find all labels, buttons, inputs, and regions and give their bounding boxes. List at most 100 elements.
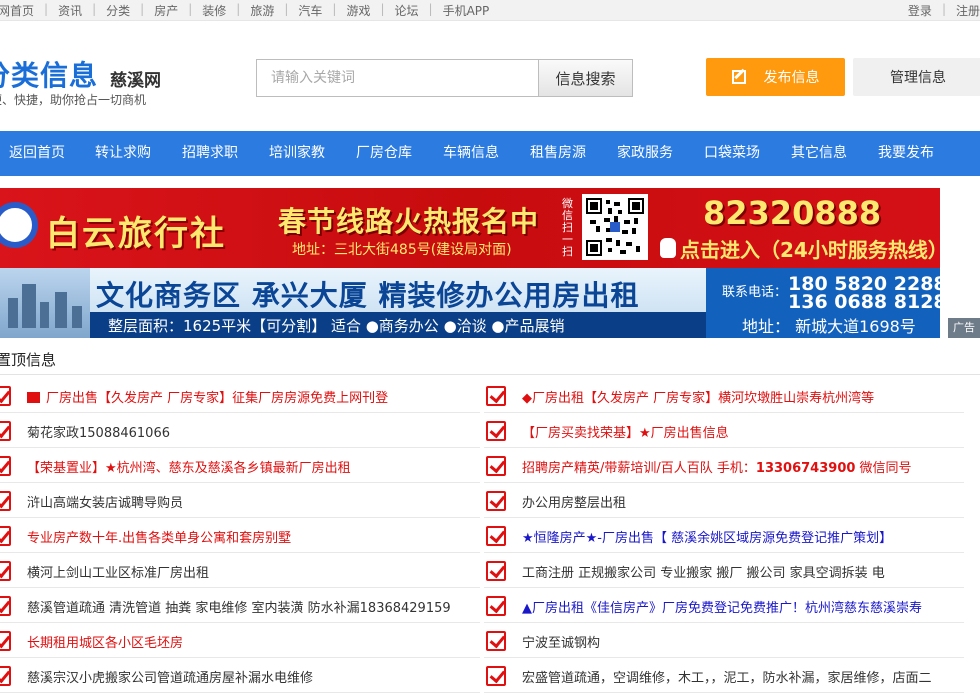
nav-vehicles[interactable]: 车辆信息: [443, 131, 499, 176]
contact-phone-2: 136 0688 8128: [788, 291, 940, 313]
contact-address: 地址： 新城大道1698号: [742, 317, 916, 336]
listing-title[interactable]: 工商注册 正规搬家公司 专业搬家 搬厂 搬公司 家具空调拆装 电: [522, 562, 962, 581]
top-link-realestate[interactable]: 房产: [154, 2, 178, 19]
top-link-decoration[interactable]: 装修: [202, 2, 226, 19]
listing-title[interactable]: ▲厂房出租《佳信房产》厂房免费登记免费推广！杭州湾慈东慈溪崇寿: [522, 597, 962, 616]
account-links: 登录 | 注册: [908, 2, 980, 19]
qr-code-icon: [582, 194, 648, 260]
nav-other[interactable]: 其它信息: [791, 131, 847, 176]
section-divider: [0, 374, 980, 375]
checkbox-icon: [486, 631, 506, 651]
list-item[interactable]: 菊花家政15088461066: [0, 413, 480, 448]
checkbox-icon: [0, 386, 11, 406]
search-input[interactable]: [256, 59, 539, 97]
listing-title[interactable]: 慈溪管道疏通 清洗管道 抽粪 家电维修 室内装潢 防水补漏18368429159: [27, 597, 477, 616]
list-item[interactable]: 招聘房产精英/带薪培训/百人百队 手机：13306743900 微信同号: [484, 448, 964, 483]
checkbox-icon: [0, 631, 11, 651]
listing-title[interactable]: 慈溪宗汉小虎搬家公司管道疏通房屋补漏水电维修: [27, 667, 477, 686]
list-item[interactable]: 慈溪管道疏通 清洗管道 抽粪 家电维修 室内装潢 防水补漏18368429159: [0, 588, 480, 623]
top-link-news[interactable]: 资讯: [58, 2, 82, 19]
divider: |: [236, 2, 241, 16]
listing-tail: 微信同号: [855, 461, 912, 476]
top-link-travel[interactable]: 旅游: [250, 2, 274, 19]
list-item[interactable]: ★恒隆房产★-厂房出售【 慈溪余姚区域房源免费登记推广策划】: [484, 518, 964, 553]
nav-training[interactable]: 培训家教: [269, 131, 325, 176]
list-item[interactable]: ◆厂房出租【久发房产 厂房专家】横河坎墩胜山崇寿杭州湾等: [484, 378, 964, 413]
top-link-games[interactable]: 游戏: [346, 2, 370, 19]
top-link-mobile-app[interactable]: 手机APP: [443, 2, 490, 19]
pointer-hand-icon: [660, 238, 676, 258]
checkbox-icon: [486, 386, 506, 406]
listing-title[interactable]: 宏盛管道疏通，空调维修，木工，，泥工，防水补漏，家居维修，店面二: [522, 667, 962, 686]
listing-title[interactable]: ◆厂房出租【久发房产 厂房专家】横河坎墩胜山崇寿杭州湾等: [522, 387, 962, 406]
nav-transfer[interactable]: 转让求购: [95, 131, 151, 176]
contact-label: 联系电话：: [722, 285, 788, 300]
list-item[interactable]: 慈溪宗汉小虎搬家公司管道疏通房屋补漏水电维修: [0, 658, 480, 693]
listing-title[interactable]: ★恒隆房产★-厂房出售【 慈溪余姚区域房源免费登记推广策划】: [522, 527, 962, 546]
register-link[interactable]: 注册: [956, 2, 980, 19]
list-item[interactable]: 横河上剑山工业区标准厂房出租: [0, 553, 480, 588]
list-item[interactable]: 办公用房整层出租: [484, 483, 964, 518]
list-item[interactable]: 浒山高端女装店诚聘导购员: [0, 483, 480, 518]
banner-brand: 白云旅行社: [46, 214, 226, 254]
listing-title[interactable]: 菊花家政15088461066: [27, 422, 477, 441]
checkbox-icon: [486, 456, 506, 476]
list-item[interactable]: ▲厂房出租《佳信房产》厂房免费登记免费推广！杭州湾慈东慈溪崇寿: [484, 588, 964, 623]
listing-title[interactable]: 长期租用城区各小区毛坯房: [27, 632, 477, 651]
list-item[interactable]: 厂房出售【久发房产 厂房专家】征集厂房房源免费上网刊登: [0, 378, 480, 413]
list-item[interactable]: 【厂房买卖找荣基】★厂房出售信息: [484, 413, 964, 448]
manage-button[interactable]: 管理信息: [853, 58, 980, 96]
listing-title[interactable]: 浒山高端女装店诚聘导购员: [27, 492, 477, 511]
checkbox-icon: [0, 526, 11, 546]
banner-sub: 整层面积：1625平米【可分割】 适合 ●商务办公 ●洽谈 ●产品展销: [108, 317, 565, 335]
banner-headline: 春节线路火热报名中: [278, 205, 540, 238]
listing-title[interactable]: 【厂房买卖找荣基】★厂房出售信息: [522, 422, 962, 441]
nav-jobs[interactable]: 招聘求职: [182, 131, 238, 176]
nav-post[interactable]: 我要发布: [878, 131, 934, 176]
top-link-auto[interactable]: 汽车: [298, 2, 322, 19]
banner-phone: 82320888: [703, 194, 882, 232]
listing-title[interactable]: 【荣基置业】★杭州湾、慈东及慈溪各乡镇最新厂房出租: [27, 457, 477, 476]
list-item[interactable]: 宁波至诚钢构: [484, 623, 964, 658]
divider: |: [941, 2, 946, 16]
nav-housing[interactable]: 租售房源: [530, 131, 586, 176]
list-item[interactable]: 长期租用城区各小区毛坯房: [0, 623, 480, 658]
login-link[interactable]: 登录: [908, 2, 932, 19]
list-item[interactable]: 专业房产数十年.出售各类单身公寓和套房别墅: [0, 518, 480, 553]
nav-home[interactable]: 返回首页: [9, 131, 65, 176]
search-button[interactable]: 信息搜索: [538, 59, 633, 97]
section-title: 置顶信息: [0, 351, 57, 369]
top-link-home[interactable]: 溪网首页: [0, 2, 34, 19]
top-link-classified[interactable]: 分类: [106, 2, 130, 19]
listing-text[interactable]: 招聘房产精英/带薪培训/百人百队 手机：13306743900 微信同号: [522, 457, 962, 476]
checkbox-icon: [486, 666, 506, 686]
checkbox-icon: [0, 456, 11, 476]
listing-title[interactable]: 宁波至诚钢构: [522, 632, 962, 651]
top-link-forum[interactable]: 论坛: [395, 2, 419, 19]
listing-title[interactable]: 办公用房整层出租: [522, 492, 962, 511]
divider: |: [140, 2, 145, 16]
swirl-logo-icon: [0, 202, 38, 248]
top-bar: 溪网首页 | 资讯 | 分类 | 房产 | 装修 | 旅游 | 汽车 | 游戏 | 论坛 | 手机…: [0, 0, 980, 21]
banner-headline: 文化商务区 承兴大厦 精装修办公用房出租: [96, 279, 640, 312]
nav-market[interactable]: 口袋菜场: [704, 131, 760, 176]
checkbox-icon: [486, 561, 506, 581]
list-item[interactable]: 宏盛管道疏通，空调维修，木工，，泥工，防水补漏，家居维修，店面二: [484, 658, 964, 693]
listing-title[interactable]: 专业房产数十年.出售各类单身公寓和套房别墅: [27, 527, 477, 546]
banner-enter-text: 点击进入（24小时服务热线）: [680, 238, 940, 262]
logo-site-name: 慈溪网: [110, 71, 161, 91]
listing-column-right: ◆厂房出租【久发房产 厂房专家】横河坎墩胜山崇寿杭州湾等 【厂房买卖找荣基】★厂…: [484, 378, 964, 693]
travel-agency-banner[interactable]: 白云旅行社 春节线路火热报名中 地址：三北大街485号(建设局对面) 微信扫一扫…: [0, 188, 940, 268]
divider: |: [428, 2, 433, 16]
office-rental-banner[interactable]: 文化商务区 承兴大厦 精装修办公用房出租 整层面积：1625平米【可分割】 适合…: [0, 268, 940, 338]
logo-title[interactable]: 分类信息: [0, 54, 98, 94]
listing-title[interactable]: 厂房出售【久发房产 厂房专家】征集厂房房源免费上网刊登: [46, 391, 388, 406]
listing-column-left: 厂房出售【久发房产 厂房专家】征集厂房房源免费上网刊登 菊花家政15088461…: [0, 378, 480, 693]
listing-title[interactable]: 横河上剑山工业区标准厂房出租: [27, 562, 477, 581]
list-item[interactable]: 【荣基置业】★杭州湾、慈东及慈溪各乡镇最新厂房出租: [0, 448, 480, 483]
divider: |: [380, 2, 385, 16]
nav-factory[interactable]: 厂房仓库: [356, 131, 412, 176]
list-item[interactable]: 工商注册 正规搬家公司 专业搬家 搬厂 搬公司 家具空调拆装 电: [484, 553, 964, 588]
publish-button[interactable]: 发布信息: [706, 58, 845, 96]
nav-housekeeping[interactable]: 家政服务: [617, 131, 673, 176]
